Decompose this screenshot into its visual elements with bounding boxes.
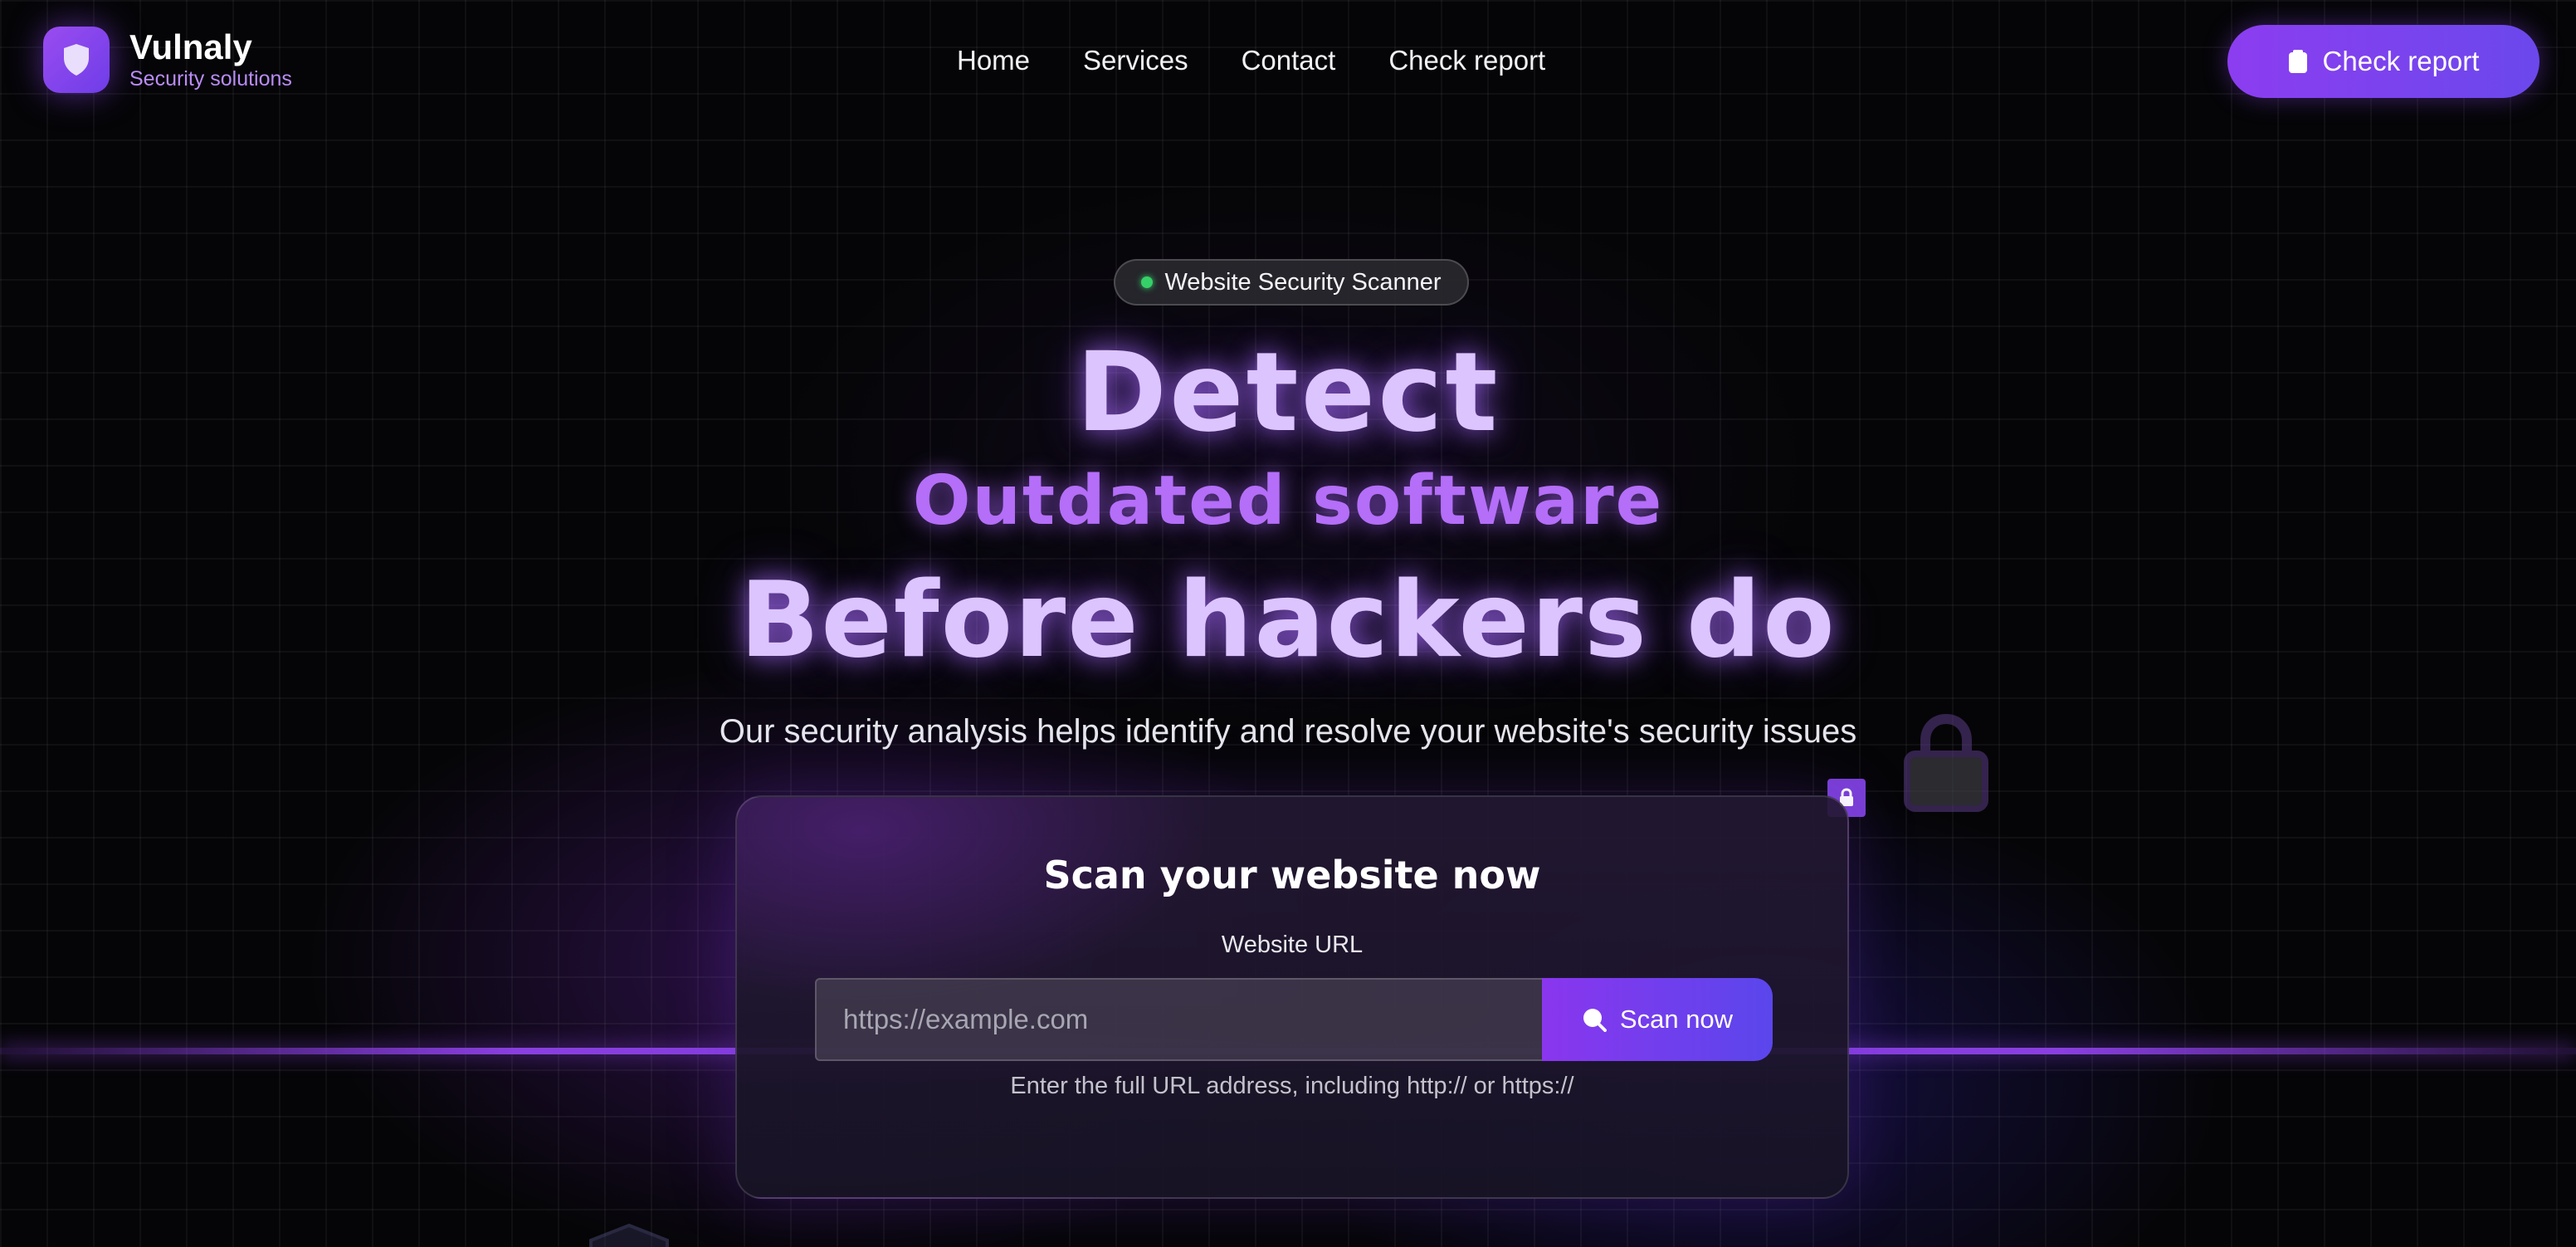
hero-subtitle: Our security analysis helps identify and… bbox=[719, 713, 1857, 750]
scan-card-title: Scan your website now bbox=[1043, 853, 1541, 897]
scan-now-button-label: Scan now bbox=[1619, 1005, 1734, 1034]
search-icon bbox=[1583, 1009, 1607, 1032]
clipboard-icon bbox=[2288, 50, 2307, 73]
hero-heading-line1: Detect bbox=[1076, 329, 1500, 457]
hero-heading-line2: Outdated software bbox=[912, 462, 1664, 540]
hero-heading-line3: Before hackers do bbox=[739, 559, 1837, 681]
brand-text: Vulnaly Security solutions bbox=[129, 28, 292, 91]
nav-link-services[interactable]: Services bbox=[1083, 42, 1188, 80]
url-hint: Enter the full URL address, including ht… bbox=[1010, 1073, 1574, 1099]
website-url-input[interactable] bbox=[815, 978, 1544, 1061]
status-dot bbox=[1141, 276, 1154, 288]
shield-icon bbox=[64, 44, 89, 76]
nav-link-check-report[interactable]: Check report bbox=[1388, 42, 1545, 80]
check-report-button-label: Check report bbox=[2322, 46, 2480, 76]
nav-link-home[interactable]: Home bbox=[957, 42, 1030, 80]
scan-now-button[interactable]: Scan now bbox=[1542, 978, 1773, 1061]
scanner-badge-label: Website Security Scanner bbox=[1164, 268, 1442, 296]
main-nav: Home Services Contact Check report bbox=[957, 42, 1545, 80]
scanner-badge: Website Security Scanner bbox=[1114, 259, 1469, 306]
logo-badge bbox=[43, 27, 110, 93]
brand-logo[interactable]: Vulnaly Security solutions bbox=[43, 27, 292, 93]
lock-icon bbox=[1904, 713, 1988, 812]
site-header: Vulnaly Security solutions Home Services… bbox=[0, 0, 2576, 123]
brand-name: Vulnaly bbox=[129, 27, 252, 66]
nav-link-contact[interactable]: Contact bbox=[1242, 42, 1336, 80]
page: Vulnaly Security solutions Home Services… bbox=[0, 0, 2576, 1247]
shield-decoration-icon bbox=[589, 1224, 669, 1247]
scan-card: Scan your website now Website URL Scan n… bbox=[735, 795, 1849, 1199]
website-url-label: Website URL bbox=[1221, 932, 1364, 958]
check-report-button[interactable]: Check report bbox=[2227, 25, 2539, 98]
brand-tagline: Security solutions bbox=[129, 67, 292, 90]
